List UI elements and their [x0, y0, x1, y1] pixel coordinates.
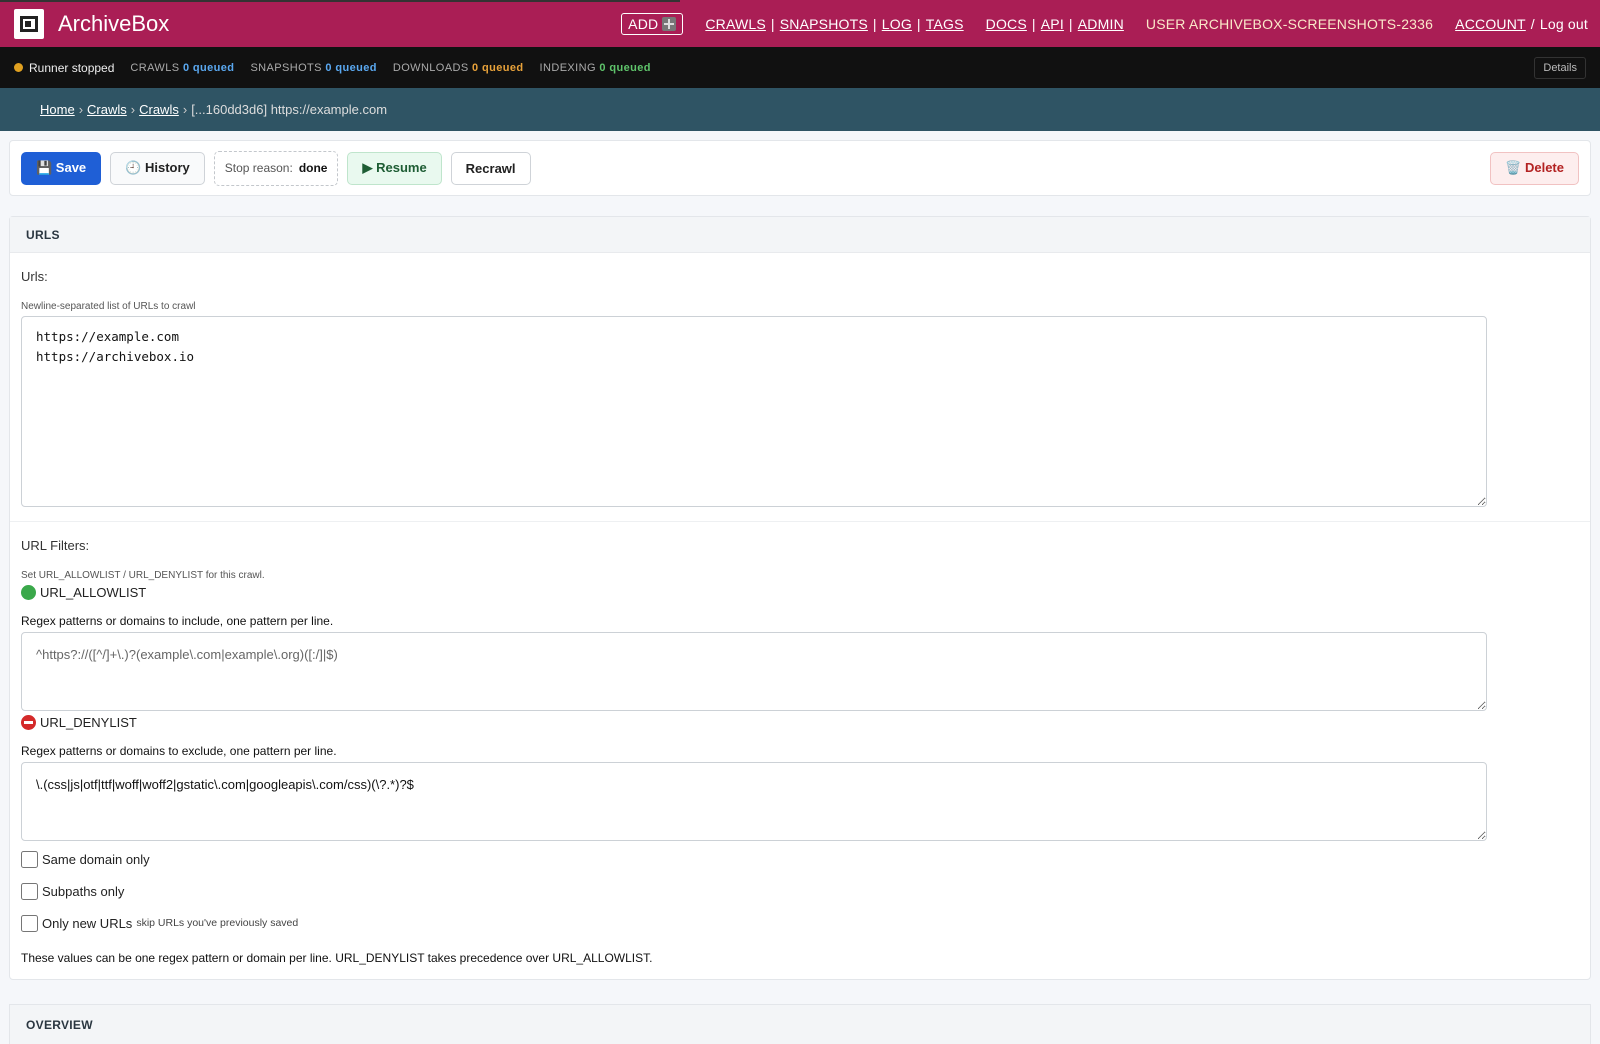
- url-filters-help: Set URL_ALLOWLIST / URL_DENYLIST for thi…: [21, 570, 265, 581]
- only-new-checkbox-row: Only new URLs skip URLs you've previously…: [21, 909, 1579, 937]
- plus-icon: [662, 16, 677, 31]
- nav-tags[interactable]: TAGS: [926, 16, 964, 32]
- history-button[interactable]: 🕘 History: [110, 151, 205, 185]
- top-header: ArchiveBox ADD CRAWLS | SNAPSHOTS | LOG | T…: [0, 0, 1600, 47]
- delete-button[interactable]: 🗑️ Delete: [1490, 151, 1579, 185]
- allowlist-desc: Regex patterns or domains to include, on…: [21, 614, 334, 628]
- runner-status-icon: [14, 63, 23, 72]
- nav-docs[interactable]: DOCS: [986, 16, 1027, 32]
- top-nav: ADD CRAWLS | SNAPSHOTS | LOG | TAGS DOCS | A…: [621, 12, 1588, 35]
- nav-crawls[interactable]: CRAWLS: [705, 16, 766, 32]
- runner-status: Runner stopped: [29, 60, 115, 75]
- indexing-stat: INDEXING 0 queued: [539, 61, 651, 74]
- add-button[interactable]: ADD: [621, 12, 684, 35]
- nav-group-docs: DOCS | API | ADMIN: [985, 15, 1124, 32]
- nav-admin[interactable]: ADMIN: [1078, 16, 1124, 32]
- urls-field: Urls: Newline-separated list of URLs to …: [10, 253, 1590, 521]
- downloads-stat: DOWNLOADS 0 queued: [392, 61, 524, 74]
- save-button[interactable]: 💾 Save: [21, 151, 102, 185]
- progress-line: [0, 0, 680, 2]
- subpaths-checkbox-row: Subpaths only: [21, 877, 1579, 905]
- urls-help: Newline-separated list of URLs to crawl: [21, 301, 196, 312]
- denylist-desc: Regex patterns or domains to exclude, on…: [21, 744, 337, 758]
- allowlist-textarea[interactable]: [21, 632, 1487, 711]
- denylist-title: URL_DENYLIST: [21, 715, 1579, 730]
- url-filters-field: URL Filters: Set URL_ALLOWLIST / URL_DEN…: [10, 521, 1590, 979]
- allowlist-title: URL_ALLOWLIST: [21, 585, 1579, 600]
- urls-section-title[interactable]: URLS: [10, 217, 1590, 253]
- stop-reason-badge: Stop reason: done: [213, 150, 339, 186]
- crawls-stat: CRAWLS 0 queued: [130, 61, 235, 74]
- denylist-textarea[interactable]: [21, 762, 1487, 841]
- nav-api[interactable]: API: [1041, 16, 1064, 32]
- breadcrumb-current: [...160dd3d6] https://example.com: [191, 102, 388, 117]
- breadcrumb: Home › Crawls › Crawls › [...160dd3d6] http…: [0, 88, 1600, 131]
- nav-log[interactable]: LOG: [882, 16, 912, 32]
- filters-note: These values can be one regex pattern or…: [21, 951, 653, 965]
- breadcrumb-crawls-app[interactable]: Crawls: [87, 102, 127, 117]
- user-label: USER ARCHIVEBOX-SCREENSHOTS-2336: [1145, 15, 1434, 32]
- breadcrumb-home[interactable]: Home: [40, 102, 75, 117]
- green-circle-icon: [21, 585, 36, 600]
- brand-name[interactable]: ArchiveBox: [58, 11, 169, 37]
- subpaths-checkbox[interactable]: [21, 882, 38, 900]
- overview-section-title[interactable]: OVERVIEW: [9, 1004, 1591, 1044]
- status-bar: Runner stopped CRAWLS 0 queued SNAPSHOTS…: [0, 47, 1600, 88]
- archivebox-logo-icon[interactable]: [14, 8, 44, 39]
- urls-label: Urls:: [21, 269, 48, 284]
- details-button[interactable]: Details: [1534, 56, 1586, 79]
- url-filters-label: URL Filters:: [21, 538, 90, 553]
- no-entry-icon: [21, 715, 36, 730]
- same-domain-checkbox[interactable]: [21, 850, 38, 868]
- urls-section: URLS Urls: Newline-separated list of URL…: [9, 216, 1591, 980]
- breadcrumb-crawls[interactable]: Crawls: [139, 102, 179, 117]
- only-new-checkbox[interactable]: [21, 914, 38, 932]
- recrawl-button[interactable]: Recrawl: [450, 151, 531, 185]
- urls-textarea[interactable]: [21, 316, 1487, 507]
- same-domain-checkbox-row: Same domain only: [21, 845, 1579, 873]
- resume-button[interactable]: ▶ Resume: [347, 151, 442, 185]
- nav-account[interactable]: ACCOUNT: [1455, 16, 1526, 32]
- action-toolbar: 💾 Save 🕘 History Stop reason: done ▶ Resu…: [9, 140, 1591, 196]
- logout-link[interactable]: Log out: [1540, 16, 1588, 32]
- nav-group-main: CRAWLS | SNAPSHOTS | LOG | TAGS: [705, 15, 964, 32]
- snapshots-stat: SNAPSHOTS 0 queued: [250, 61, 377, 74]
- nav-snapshots[interactable]: SNAPSHOTS: [780, 16, 868, 32]
